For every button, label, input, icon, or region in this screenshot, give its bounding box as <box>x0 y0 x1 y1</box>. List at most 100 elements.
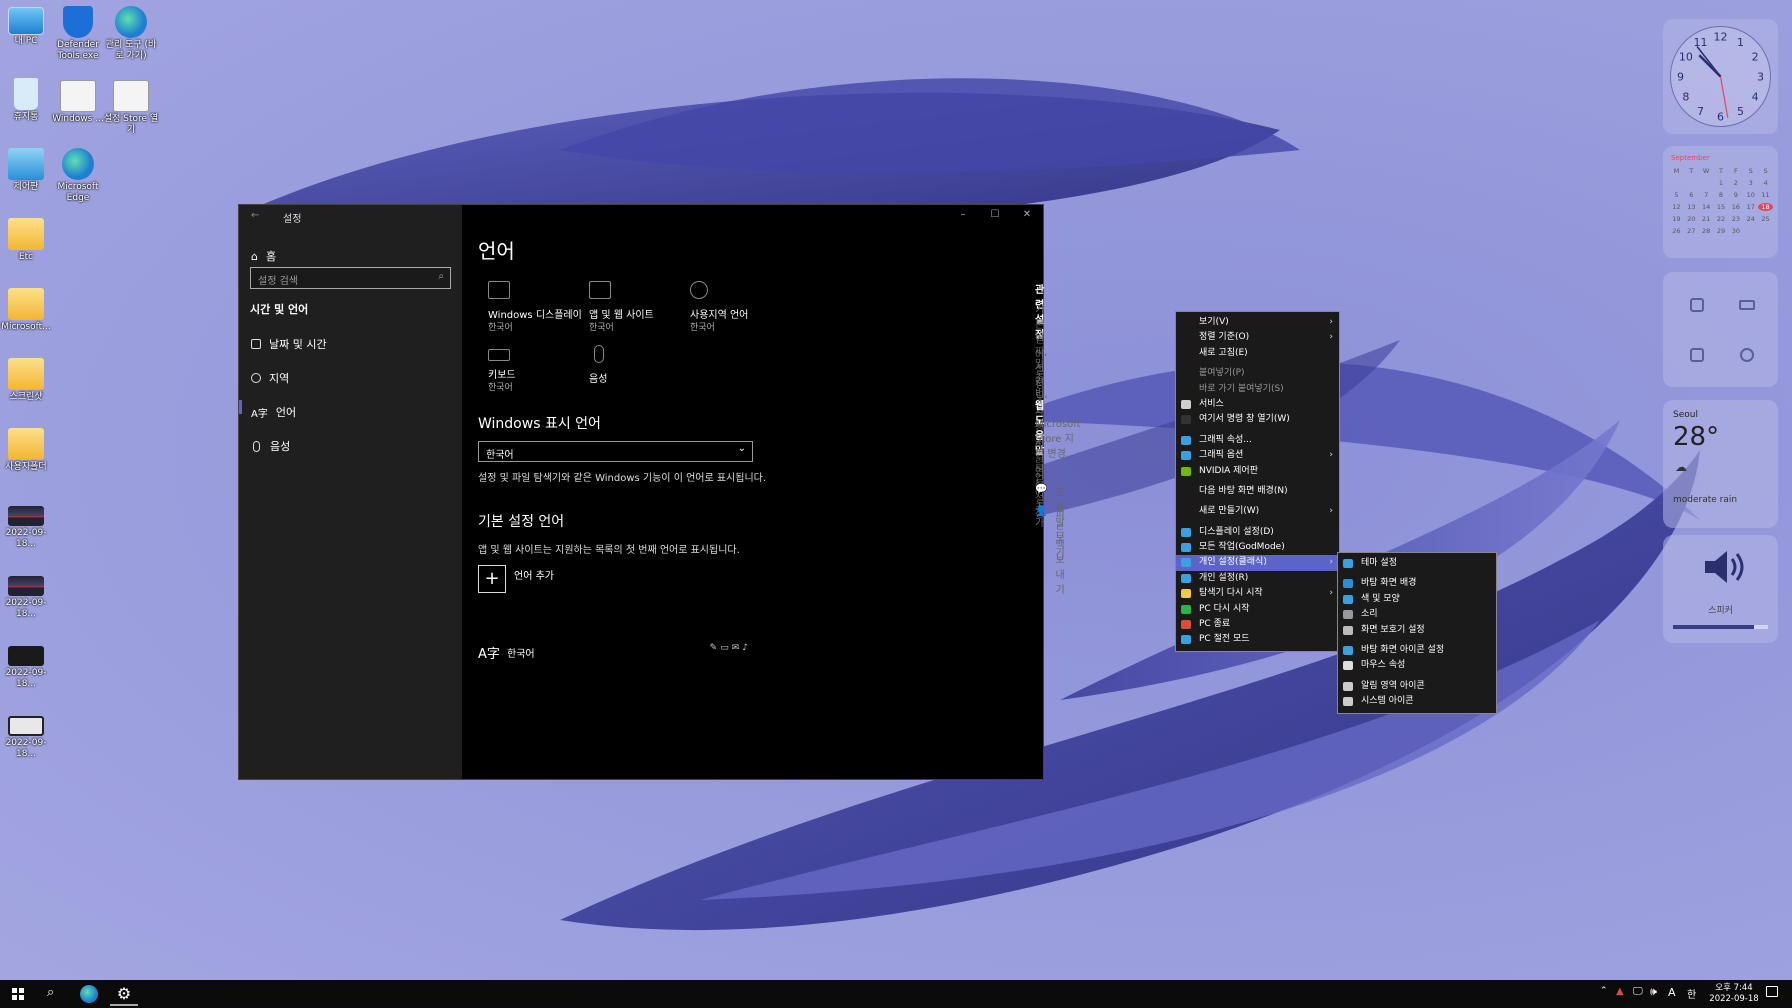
context-menu-item[interactable]: 새로 만들기(W) › <box>1176 504 1339 519</box>
calendar-date[interactable]: 26 <box>1669 227 1684 235</box>
context-menu-item[interactable]: 보기(V) › <box>1176 315 1339 330</box>
desktop-icon-screenshot-1[interactable]: 2022-09-18... <box>0 504 54 550</box>
settings-taskbar-icon[interactable]: ⚙ <box>110 982 138 1006</box>
display-language-dropdown[interactable]: 한국어 ⌄ <box>478 441 753 462</box>
nav-home[interactable]: ⌂ 홈 <box>251 248 276 264</box>
calendar-date[interactable]: 20 <box>1684 215 1699 223</box>
desktop-icon-defender[interactable]: Defender Tools.exe <box>50 4 106 62</box>
calendar-date[interactable]: 4 <box>1758 179 1773 187</box>
calendar-date[interactable]: 21 <box>1699 215 1714 223</box>
calendar-date[interactable]: 16 <box>1728 203 1743 211</box>
calendar-date[interactable]: 17 <box>1743 203 1758 211</box>
desktop-icon-user-folder[interactable]: 사용자폴더 <box>0 426 54 473</box>
context-menu-item[interactable]: 탐색기 다시 시작 › <box>1176 586 1339 601</box>
ime-mode-indicator[interactable]: 한 <box>1687 986 1696 1001</box>
calendar-date[interactable]: 15 <box>1714 203 1729 211</box>
context-menu-item[interactable]: PC 다시 시작 <box>1176 602 1339 617</box>
calendar-date[interactable] <box>1758 227 1773 235</box>
context-menu-item[interactable]: 그래픽 속성... <box>1176 433 1339 448</box>
desktop-icon-recycle-bin[interactable]: 휴지통 <box>0 76 54 123</box>
desktop-icon-settings-store[interactable]: 설정 Store 열기 <box>103 78 159 136</box>
taskbar-clock[interactable]: 오후 7:44 2022-09-18 <box>1706 983 1762 1005</box>
desktop-icon-edge[interactable]: Microsoft Edge <box>50 146 106 204</box>
desktop-icon-microsoft-folder[interactable]: Microsoft... <box>0 286 54 333</box>
calendar-date[interactable]: 10 <box>1743 191 1758 199</box>
context-menu-item[interactable]: 개인 설정(R) <box>1176 571 1339 586</box>
tile-regional-format[interactable]: 사용지역 언어 한국어 <box>690 281 800 335</box>
calendar-date[interactable]: 25 <box>1758 215 1773 223</box>
submenu-item[interactable]: 바탕 화면 아이콘 설정 <box>1338 643 1496 658</box>
calendar-date[interactable]: 13 <box>1684 203 1699 211</box>
context-menu-item[interactable]: 새로 고침(E) <box>1176 346 1339 361</box>
calendar-date[interactable]: 29 <box>1714 227 1729 235</box>
calendar-date[interactable]: 28 <box>1699 227 1714 235</box>
calendar-date[interactable]: 19 <box>1669 215 1684 223</box>
tile-apps-websites[interactable]: 앱 및 웹 사이트 한국어 <box>589 281 699 335</box>
calendar-date[interactable]: 14 <box>1699 203 1714 211</box>
context-menu-item[interactable]: PC 종료 <box>1176 617 1339 632</box>
calendar-date[interactable]: 6 <box>1684 191 1699 199</box>
add-language-button[interactable]: + 언어 추가 <box>478 565 554 593</box>
tile-windows-display[interactable]: Windows 디스플레이 한국어 <box>488 281 598 335</box>
calendar-date[interactable]: 24 <box>1743 215 1758 223</box>
keyboard-icon[interactable] <box>1739 300 1755 310</box>
context-menu-item[interactable]: 서비스 <box>1176 397 1339 412</box>
calendar-date[interactable]: 12 <box>1669 203 1684 211</box>
settings-search-box[interactable]: 설정 검색 ⌕ <box>250 267 451 289</box>
calendar-date[interactable] <box>1669 179 1684 187</box>
desktop-icon-screenshot-2[interactable]: 2022-09-18... <box>0 574 54 620</box>
calendar-date[interactable]: 27 <box>1684 227 1699 235</box>
context-menu-item[interactable]: 모든 작업(GodMode) <box>1176 540 1339 555</box>
calendar-date[interactable] <box>1743 227 1758 235</box>
calendar-date[interactable]: 1 <box>1714 179 1729 187</box>
nav-date-time[interactable]: 날짜 및 시간 <box>251 336 327 352</box>
desktop-icon-etc[interactable]: Etc <box>0 216 54 263</box>
feedback-link[interactable]: 👤 피드백 보내기 <box>1035 506 1065 596</box>
context-menu-item[interactable]: 그래픽 옵션 › <box>1176 448 1339 463</box>
toggle-icon-1[interactable] <box>1690 298 1704 312</box>
input-indicator[interactable]: A <box>1668 986 1676 999</box>
submenu-item[interactable]: 소리 <box>1338 607 1496 622</box>
volume-slider[interactable] <box>1673 625 1768 629</box>
context-menu-item[interactable]: PC 절전 모드 <box>1176 632 1339 647</box>
context-menu-item[interactable]: 개인 설정(클래식) › <box>1176 555 1339 571</box>
calendar-date[interactable]: 22 <box>1714 215 1729 223</box>
language-list-item[interactable]: A字 한국어 ✎▭✉♪ <box>478 643 753 669</box>
desktop-icon-this-pc[interactable]: 내 PC <box>0 4 54 47</box>
calendar-date[interactable]: 3 <box>1743 179 1758 187</box>
desktop-icon-edge-shortcut[interactable]: 관리 도구 (바로 가기) <box>103 4 159 62</box>
network-icon[interactable]: 🖵 <box>1633 986 1643 997</box>
context-menu-item[interactable]: NVIDIA 제어판 <box>1176 464 1339 479</box>
globe-icon[interactable] <box>1740 348 1754 362</box>
submenu-item[interactable]: 바탕 화면 배경 <box>1338 576 1496 591</box>
context-menu-item[interactable]: 여기서 명령 창 열기(W) <box>1176 412 1339 427</box>
tile-speech[interactable]: 음성 <box>589 345 699 386</box>
toggle-icon-3[interactable] <box>1690 348 1704 362</box>
calendar-date[interactable]: 8 <box>1714 191 1729 199</box>
submenu-item[interactable]: 테마 설정 <box>1338 556 1496 571</box>
edge-taskbar-icon[interactable] <box>80 985 98 1003</box>
context-menu-item[interactable]: 디스플레이 설정(D) <box>1176 525 1339 540</box>
calendar-date[interactable]: 11 <box>1758 191 1773 199</box>
context-menu-item[interactable]: 정렬 기준(O) › <box>1176 330 1339 345</box>
desktop-icon-screenshot-folder[interactable]: 스크린샷 <box>0 356 54 403</box>
desktop-icon-windows-tools[interactable]: Windows ... <box>50 78 106 125</box>
calendar-date[interactable] <box>1684 179 1699 187</box>
tray-app-icon[interactable]: ▲ <box>1616 986 1624 997</box>
back-arrow-icon[interactable]: ← <box>251 210 259 221</box>
calendar-date[interactable] <box>1699 179 1714 187</box>
desktop-icon-screenshot-4[interactable]: 2022-09-18... <box>0 714 54 760</box>
submenu-item[interactable]: 마우스 속성 <box>1338 658 1496 673</box>
calendar-date[interactable]: 30 <box>1728 227 1743 235</box>
calendar-date[interactable]: 7 <box>1699 191 1714 199</box>
context-menu-item[interactable]: 바로 가기 붙여넣기(S) <box>1176 382 1339 397</box>
submenu-item[interactable]: 색 및 모양 <box>1338 592 1496 607</box>
start-button[interactable] <box>12 988 24 1000</box>
nav-region[interactable]: 지역 <box>251 370 289 386</box>
nav-language[interactable]: A字 언어 <box>251 404 296 420</box>
calendar-date[interactable]: 18 <box>1758 203 1773 211</box>
calendar-date[interactable]: 23 <box>1728 215 1743 223</box>
submenu-item[interactable]: 알림 영역 아이콘 <box>1338 679 1496 694</box>
calendar-date[interactable]: 9 <box>1728 191 1743 199</box>
tile-keyboard[interactable]: 키보드 한국어 <box>488 345 598 395</box>
